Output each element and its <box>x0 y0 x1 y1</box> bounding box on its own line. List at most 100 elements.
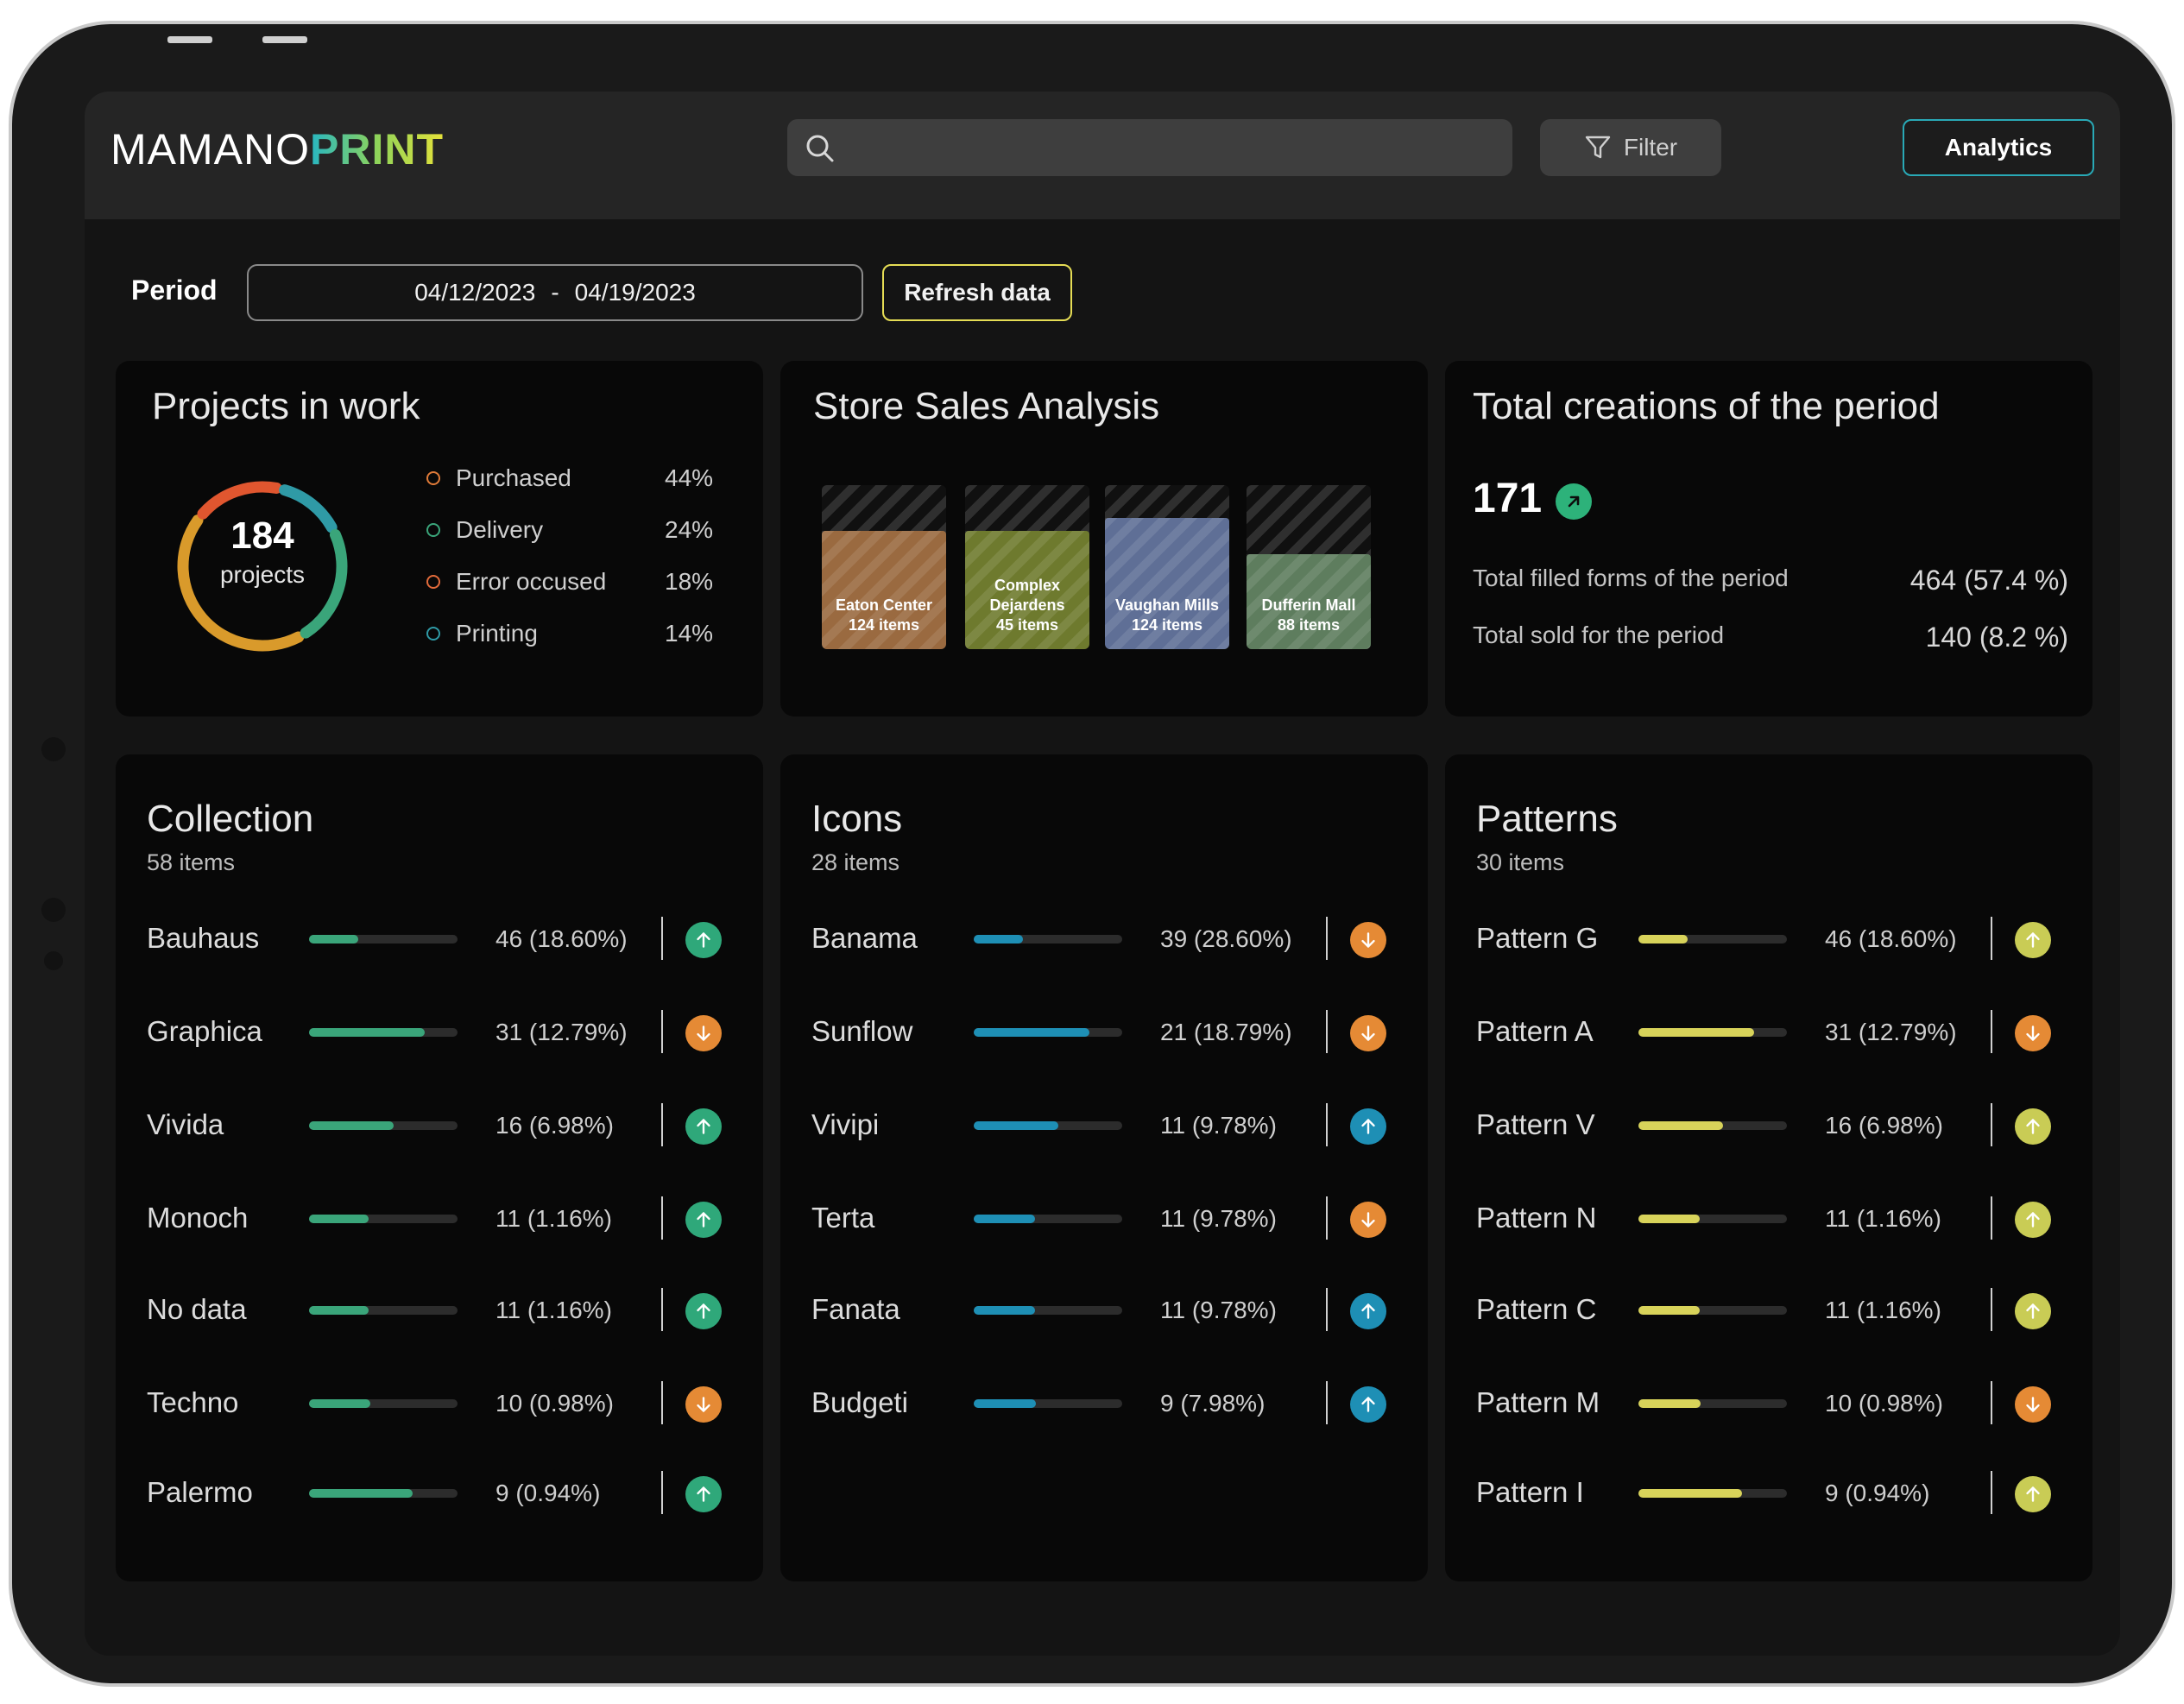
progress-fill <box>1638 1028 1755 1037</box>
arrow-up-icon[interactable] <box>1350 1293 1386 1329</box>
store-bar-vaughan[interactable]: Vaughan Mills 124 items <box>1105 485 1229 649</box>
legend-value: 14% <box>665 620 714 647</box>
arrow-down-icon[interactable] <box>685 1386 722 1423</box>
totals-title: Total creations of the period <box>1473 385 1940 427</box>
store-bar-eaton[interactable]: Eaton Center 124 items <box>822 485 946 649</box>
store-items: 124 items <box>1131 616 1203 634</box>
totals-card: Total creations of the period 171 Total … <box>1445 361 2092 716</box>
list-item[interactable]: Techno 10 (0.98%) <box>147 1378 725 1429</box>
list-item[interactable]: Banama 39 (28.60%) <box>811 913 1390 965</box>
arrow-down-icon[interactable] <box>2015 1015 2051 1051</box>
arrow-up-icon[interactable] <box>685 1202 722 1238</box>
arrow-up-icon[interactable] <box>2015 922 2051 958</box>
arrow-up-icon[interactable] <box>2015 1293 2051 1329</box>
list-item[interactable]: Vivipi 11 (9.78%) <box>811 1100 1390 1152</box>
refresh-data-button[interactable]: Refresh data <box>882 264 1072 321</box>
logo-text-primary: MAMANO <box>110 125 310 174</box>
legend-dot <box>426 627 440 641</box>
item-value: 11 (9.78%) <box>1160 1112 1277 1139</box>
list-item[interactable]: Fanata 11 (9.78%) <box>811 1284 1390 1336</box>
divider <box>661 1288 663 1331</box>
store-bar-dufferin[interactable]: Dufferin Mall 88 items <box>1247 485 1371 649</box>
list-item[interactable]: Pattern V 16 (6.98%) <box>1476 1100 2055 1152</box>
arrow-up-icon[interactable] <box>2015 1202 2051 1238</box>
list-item[interactable]: Terta 11 (9.78%) <box>811 1193 1390 1245</box>
legend-dot <box>426 523 440 537</box>
filter-button[interactable]: Filter <box>1540 119 1721 176</box>
store-bar-complex[interactable]: Complex Dejardens 45 items <box>965 485 1089 649</box>
list-item[interactable]: Graphica 31 (12.79%) <box>147 1007 725 1058</box>
list-item[interactable]: Pattern C 11 (1.16%) <box>1476 1284 2055 1336</box>
item-value: 11 (1.16%) <box>496 1205 612 1232</box>
list-item[interactable]: Sunflow 21 (18.79%) <box>811 1007 1390 1058</box>
list-item[interactable]: No data 11 (1.16%) <box>147 1284 725 1336</box>
list-item[interactable]: Budgeti 9 (7.98%) <box>811 1378 1390 1429</box>
top-bar: MAMANOPRINT Filter Analytics <box>85 92 2120 219</box>
item-value: 16 (6.98%) <box>496 1112 614 1139</box>
divider <box>1991 1471 1992 1514</box>
legend-purchased: Purchased 44% <box>426 464 713 492</box>
divider <box>661 1196 663 1240</box>
list-item[interactable]: Pattern M 10 (0.98%) <box>1476 1378 2055 1429</box>
arrow-down-icon[interactable] <box>2015 1386 2051 1423</box>
item-value: 11 (1.16%) <box>1825 1205 1941 1232</box>
arrow-up-icon[interactable] <box>2015 1108 2051 1145</box>
item-name: Bauhaus <box>147 922 260 954</box>
progress-track <box>974 935 1122 944</box>
list-item[interactable]: Palermo 9 (0.94%) <box>147 1467 725 1519</box>
item-value: 10 (0.98%) <box>496 1390 614 1417</box>
list-item[interactable]: Monoch 11 (1.16%) <box>147 1193 725 1245</box>
list-item[interactable]: Pattern A 31 (12.79%) <box>1476 1007 2055 1058</box>
arrow-up-icon[interactable] <box>1350 1386 1386 1423</box>
donut-segment <box>197 481 282 520</box>
list-item[interactable]: Pattern G 46 (18.60%) <box>1476 913 2055 965</box>
arrow-down-icon[interactable] <box>1350 1015 1386 1051</box>
projects-count-label: projects <box>219 561 306 588</box>
item-name: Pattern N <box>1476 1202 1597 1234</box>
total-filled-forms-value: 464 (57.4 %) <box>1909 565 2068 596</box>
progress-track <box>309 1399 458 1408</box>
progress-fill <box>1638 1399 1701 1408</box>
date-range-picker[interactable]: 04/12/2023 - 04/19/2023 <box>247 264 863 321</box>
patterns-title: Patterns <box>1476 798 1618 840</box>
progress-fill <box>1638 1215 1700 1223</box>
volume-button <box>167 36 212 43</box>
search-input[interactable] <box>787 119 1512 176</box>
progress-fill <box>309 1028 426 1037</box>
arrow-up-icon[interactable] <box>685 1293 722 1329</box>
filter-icon <box>1585 136 1611 159</box>
total-filled-forms-row: Total filled forms of the period 464 (57… <box>1473 565 2068 596</box>
arrow-up-icon[interactable] <box>685 1108 722 1145</box>
progress-track <box>974 1121 1122 1130</box>
trend-up-icon <box>1556 483 1592 520</box>
list-item[interactable]: Pattern N 11 (1.16%) <box>1476 1193 2055 1245</box>
icons-title: Icons <box>811 798 903 840</box>
arrow-up-icon[interactable] <box>685 1476 722 1512</box>
arrow-down-icon[interactable] <box>1350 922 1386 958</box>
progress-fill <box>309 935 358 944</box>
arrow-up-icon[interactable] <box>2015 1476 2051 1512</box>
item-value: 11 (9.78%) <box>1160 1297 1277 1323</box>
arrow-up-icon[interactable] <box>1350 1108 1386 1145</box>
list-item[interactable]: Bauhaus 46 (18.60%) <box>147 913 725 965</box>
list-item[interactable]: Pattern I 9 (0.94%) <box>1476 1467 2055 1519</box>
item-name: Pattern G <box>1476 922 1599 954</box>
list-item[interactable]: Vivida 16 (6.98%) <box>147 1100 725 1152</box>
arrow-down-icon[interactable] <box>1350 1202 1386 1238</box>
progress-fill <box>974 1306 1035 1315</box>
item-name: Pattern A <box>1476 1015 1594 1047</box>
progress-track <box>974 1215 1122 1223</box>
item-name: Budgeti <box>811 1386 908 1418</box>
arrow-down-icon[interactable] <box>685 1015 722 1051</box>
item-name: Palermo <box>147 1476 253 1508</box>
progress-fill <box>1638 1306 1700 1315</box>
item-value: 31 (12.79%) <box>1825 1019 1957 1045</box>
item-name: Pattern C <box>1476 1293 1597 1325</box>
item-name: Pattern I <box>1476 1476 1584 1508</box>
item-value: 39 (28.60%) <box>1160 925 1292 952</box>
progress-track <box>309 935 458 944</box>
progress-fill <box>1638 935 1688 944</box>
arrow-up-icon[interactable] <box>685 922 722 958</box>
analytics-button[interactable]: Analytics <box>1903 119 2094 176</box>
projects-title: Projects in work <box>152 385 420 427</box>
